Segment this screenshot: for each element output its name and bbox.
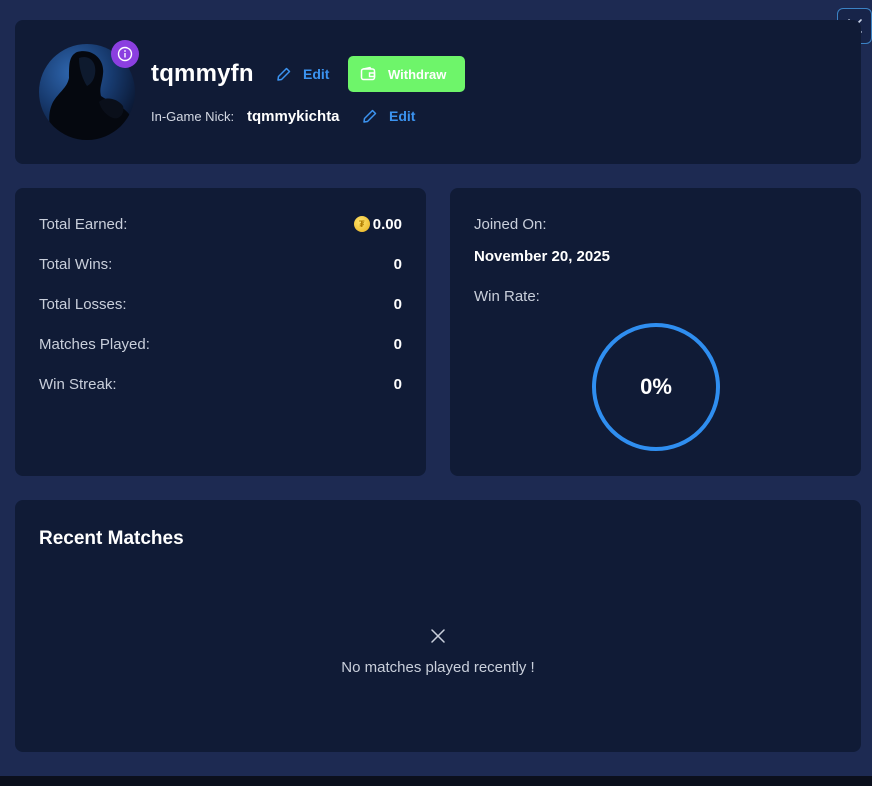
joined-card: Joined On: November 20, 2025 Win Rate: 0…	[450, 188, 861, 476]
wallet-icon	[360, 66, 376, 81]
stats-card: Total Earned: ₮ 0.00 Total Wins: 0 Total…	[15, 188, 426, 476]
recent-matches-card: Recent Matches No matches played recentl…	[15, 500, 861, 752]
stat-value: 0	[393, 335, 402, 353]
empty-x-icon	[431, 629, 445, 643]
joined-label: Joined On:	[474, 216, 547, 233]
pencil-icon	[277, 67, 291, 81]
info-icon	[117, 46, 133, 62]
joined-date: November 20, 2025	[474, 248, 610, 265]
nick-label: In-Game Nick:	[151, 109, 235, 124]
stat-value: 0	[393, 295, 402, 313]
stat-label: Win Streak:	[39, 375, 117, 393]
winrate-value: 0%	[640, 374, 672, 399]
stat-label: Total Losses:	[39, 295, 127, 313]
withdraw-button[interactable]: Withdraw	[348, 56, 465, 92]
empty-matches-text: No matches played recently !	[341, 659, 535, 676]
winrate-ring: 0%	[591, 322, 721, 452]
withdraw-label: Withdraw	[388, 66, 447, 82]
stat-value: 0	[393, 255, 402, 273]
stat-label: Total Wins:	[39, 255, 113, 273]
stat-label: Total Earned:	[39, 215, 128, 233]
total-earned-value: 0.00	[372, 215, 402, 233]
edit-nick-button[interactable]: Edit	[362, 108, 415, 124]
recent-matches-title: Recent Matches	[39, 528, 184, 549]
info-badge[interactable]	[111, 40, 139, 68]
nick-value: tqmmykichta	[247, 108, 340, 125]
edit-username-label: Edit	[303, 66, 330, 82]
stat-value: ₮ 0.00	[353, 215, 402, 233]
stat-label: Matches Played:	[39, 335, 150, 353]
pencil-icon	[363, 109, 377, 123]
winrate-label: Win Rate:	[474, 288, 540, 305]
stat-row-matches-played: Matches Played: 0	[39, 334, 402, 354]
edit-nick-label: Edit	[389, 108, 416, 124]
profile-card: tqmmyfn Edit Withdraw In-Game Nick: tqmm…	[15, 20, 861, 164]
bottom-strip	[0, 776, 872, 786]
stat-row-win-streak: Win Streak: 0	[39, 374, 402, 394]
username: tqmmyfn	[151, 60, 254, 87]
edit-username-button[interactable]: Edit	[276, 66, 329, 82]
stat-row-total-earned: Total Earned: ₮ 0.00	[39, 214, 402, 234]
stat-value: 0	[393, 375, 402, 393]
stat-row-total-losses: Total Losses: 0	[39, 294, 402, 314]
coin-icon: ₮	[353, 216, 370, 232]
stat-row-total-wins: Total Wins: 0	[39, 254, 402, 274]
